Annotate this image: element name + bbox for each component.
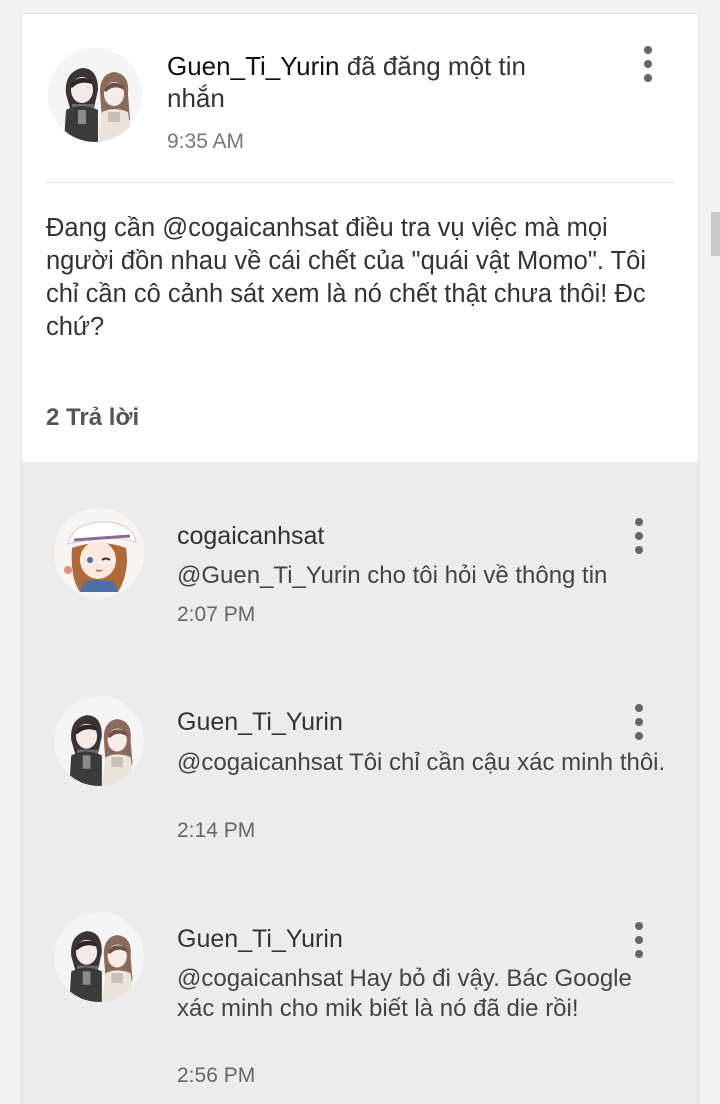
reply-timestamp: 2:07 PM [177, 603, 256, 626]
scroll-indicator[interactable] [711, 212, 720, 256]
reply-timestamp: 2:56 PM [177, 1064, 256, 1087]
reply-avatar[interactable] [54, 508, 144, 598]
post-more-button[interactable] [635, 44, 663, 84]
replies-list: cogaicanhsat @Guen_Ti_Yurin cho tôi hỏi … [22, 462, 698, 1104]
more-vertical-icon [635, 922, 643, 930]
more-vertical-icon [635, 704, 643, 712]
post-timestamp: 9:35 AM [167, 130, 245, 153]
more-dot [635, 718, 643, 726]
more-vertical-icon [635, 518, 643, 526]
more-dot [635, 950, 643, 958]
reply-text: @Guen_Ti_Yurin cho tôi hỏi về thông tin [177, 562, 608, 589]
reply-text: @cogaicanhsat Tôi chỉ cần cậu xác minh t… [177, 749, 666, 776]
message-card: Guen_Ti_Yurin đã đăng một tin nhắn 9:35 … [22, 14, 698, 1104]
more-dot [644, 60, 652, 68]
couple-avatar-icon [48, 48, 142, 142]
reply-more-button[interactable] [626, 920, 654, 960]
reply-avatar[interactable] [54, 696, 144, 786]
more-dot [635, 546, 643, 554]
more-dot [635, 936, 643, 944]
post-title: Guen_Ti_Yurin đã đăng một tin nhắn [167, 50, 577, 114]
more-vertical-icon [644, 46, 652, 54]
reply-author-name[interactable]: Guen_Ti_Yurin [177, 708, 343, 737]
reply-author-name[interactable]: Guen_Ti_Yurin [177, 925, 343, 954]
reply-more-button[interactable] [626, 516, 654, 556]
reply-avatar[interactable] [54, 912, 144, 1002]
more-dot [635, 732, 643, 740]
replies-count-label[interactable]: 2 Trả lời [46, 404, 139, 432]
post-body: Đang cần @cogaicanhsat điều tra vụ việc … [46, 214, 647, 341]
more-dot [635, 532, 643, 540]
divider [46, 182, 674, 183]
reply-text: @cogaicanhsat Hay bỏ đi vậy. Bác Google … [177, 965, 632, 1022]
couple-avatar-icon [54, 912, 144, 1002]
post-author-name[interactable]: Guen_Ti_Yurin [167, 51, 339, 81]
girl-with-hat-avatar-icon [54, 508, 144, 598]
more-dot [644, 74, 652, 82]
reply-author-name[interactable]: cogaicanhsat [177, 522, 324, 551]
reply-more-button[interactable] [626, 702, 654, 742]
couple-avatar-icon [54, 696, 144, 786]
author-avatar[interactable] [48, 48, 142, 142]
post-header: Guen_Ti_Yurin đã đăng một tin nhắn 9:35 … [22, 14, 698, 184]
reply-timestamp: 2:14 PM [177, 819, 256, 842]
